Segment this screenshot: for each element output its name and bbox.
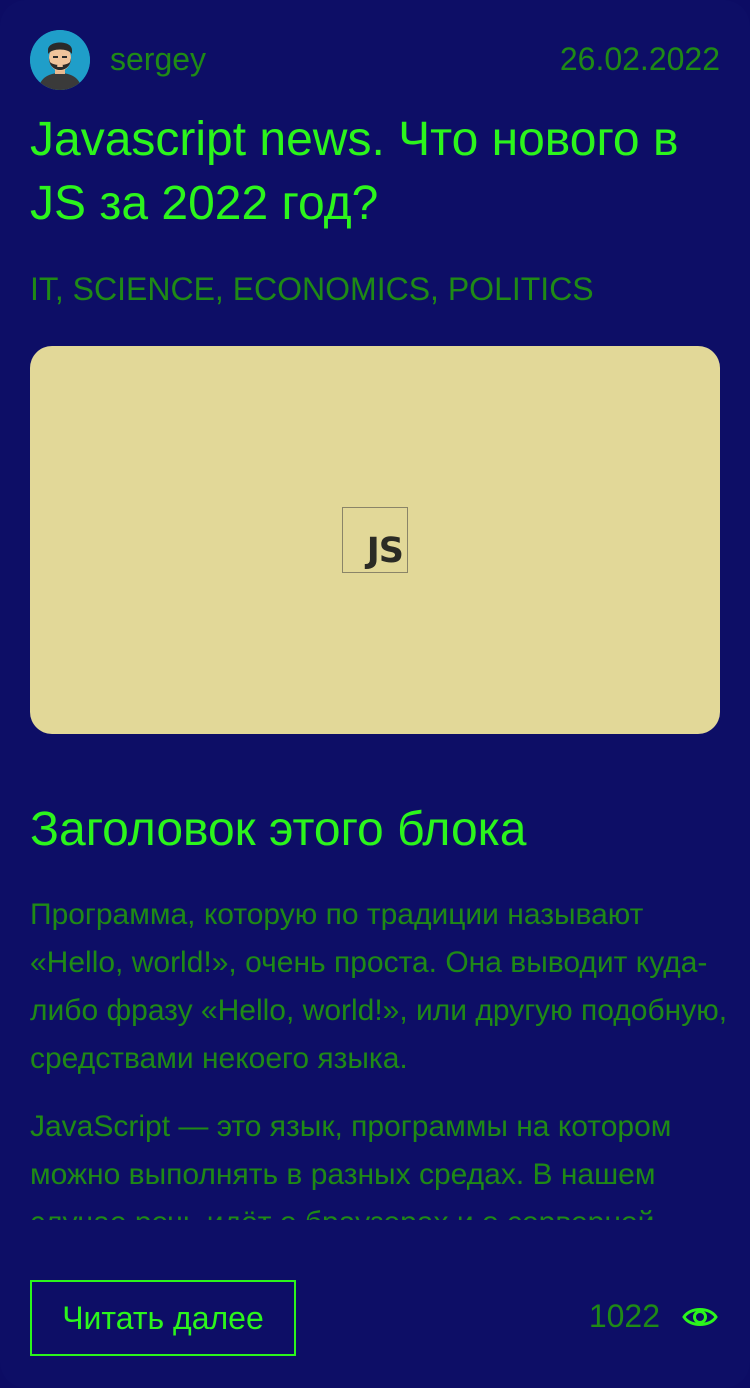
post-date: 26.02.2022 xyxy=(559,41,720,77)
post-title[interactable]: Javascript news. Что нового в JS за 2022… xyxy=(30,108,720,236)
section-title: Заголовок этого блока xyxy=(30,803,527,856)
excerpt-paragraph: Программа, которую по традиции называют … xyxy=(30,898,728,1075)
post-header: sergey 26.02.2022 xyxy=(30,30,720,90)
excerpt-paragraph: JavaScript — это язык, программы на кото… xyxy=(30,1110,672,1220)
avatar[interactable] xyxy=(30,30,90,90)
eye-icon xyxy=(682,1308,718,1326)
author-name[interactable]: sergey xyxy=(110,39,206,79)
bearded-man-avatar-icon xyxy=(30,30,90,90)
js-logo-text: JS xyxy=(366,531,404,571)
post-card: sergey 26.02.2022 Javascript news. Что н… xyxy=(0,0,750,1388)
views-count: 1022 xyxy=(588,1298,660,1334)
post-excerpt: Программа, которую по традиции называют … xyxy=(30,891,730,1220)
post-image: JS xyxy=(30,346,720,734)
post-tags: IT, SCIENCE, ECONOMICS, POLITICS xyxy=(30,271,594,307)
js-logo-icon: JS xyxy=(342,507,408,573)
read-more-button[interactable]: Читать далее xyxy=(30,1280,296,1356)
